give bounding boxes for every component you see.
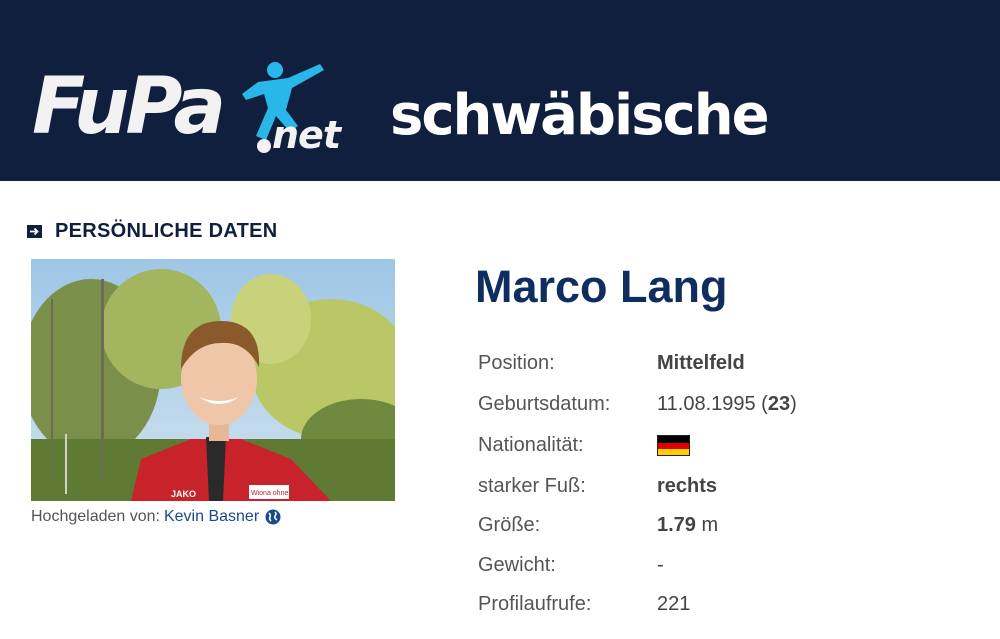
uploader-link[interactable]: Kevin Basner [164,508,259,526]
foot-label: starker Fuß: [478,475,586,497]
section-heading: PERSÖNLICHE DATEN [27,219,278,243]
site-header: FuPa net schwäbische [0,0,1000,181]
globe-icon[interactable] [265,509,281,525]
fupa-logo-net: net [272,113,341,157]
height-value: 1.79 m [657,514,719,536]
detail-row-position: Position: Mittelfeld [478,345,978,385]
birthdate-label: Geburtsdatum: [478,393,611,415]
detail-row-height: Größe: 1.79 m [478,507,978,547]
player-photo[interactable]: JAKO Wiona ohne [31,259,395,501]
partner-logo[interactable]: schwäbische [390,88,770,144]
fupa-logo-text: FuPa [32,62,226,152]
uploaded-by-label: Hochgeladen von: [31,508,160,525]
weight-value: - [657,554,664,576]
detail-row-birthdate: Geburtsdatum: 11.08.1995 (23) [478,386,978,426]
position-value: Mittelfeld [657,352,745,374]
jersey-brand: JAKO [171,489,196,499]
weight-label: Gewicht: [478,554,556,576]
detail-row-weight: Gewicht: - [478,547,978,587]
player-name: Marco Lang [475,261,728,312]
views-value: 221 [657,593,691,615]
position-label: Position: [478,352,555,374]
height-label: Größe: [478,514,541,536]
germany-flag-icon [657,435,690,457]
jersey-sponsor: Wiona ohne [251,490,288,497]
fupa-logo[interactable]: FuPa net [32,60,352,160]
detail-row-views: Profilaufrufe: 221 [478,586,978,626]
detail-row-nationality: Nationalität: [478,427,978,467]
views-label: Profilaufrufe: [478,593,592,615]
arrow-right-square-icon [27,224,42,238]
nationality-label: Nationalität: [478,434,584,456]
detail-row-foot: starker Fuß: rechts [478,468,978,508]
age-value: 23 [767,393,791,415]
birthdate-value: 11.08.1995 (23) [657,393,797,415]
upload-credit: Hochgeladen von: Kevin Basner [31,508,281,526]
section-title: PERSÖNLICHE DATEN [55,219,278,242]
foot-value: rechts [657,475,718,497]
